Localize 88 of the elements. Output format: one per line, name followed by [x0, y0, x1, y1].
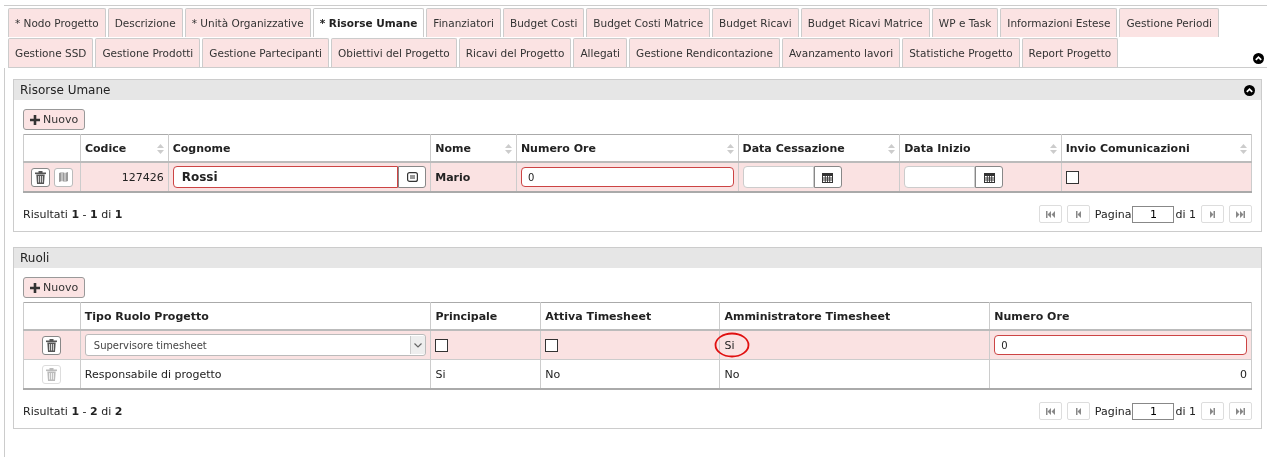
checkbox[interactable] — [545, 338, 559, 352]
tab[interactable]: Obiettivi del Progetto — [330, 38, 457, 67]
page-field[interactable]: 1 — [1132, 402, 1175, 420]
tab[interactable]: Budget Ricavi Matrice — [800, 8, 930, 37]
lookup-button[interactable] — [398, 166, 427, 188]
table-cell: Si — [724, 338, 735, 352]
previous-page-button[interactable] — [1066, 205, 1090, 223]
results-count: Risultati 1 - 1 di 1 — [23, 207, 123, 221]
column-header[interactable]: Numero Ore — [520, 141, 596, 155]
column-header[interactable]: Tipo Ruolo Progetto — [84, 309, 209, 323]
table-cell: Responsabile di progetto — [84, 367, 222, 381]
collapse-icon[interactable] — [1244, 84, 1255, 96]
next-page-button[interactable] — [1201, 205, 1224, 223]
table-cell: Si — [435, 367, 446, 381]
checkbox[interactable] — [435, 338, 449, 352]
page-label: Pagina — [1094, 404, 1132, 418]
arrow-icon — [1073, 210, 1083, 218]
input-field[interactable]: 0 — [994, 335, 1247, 355]
dropdown[interactable]: Supervisore timesheet — [84, 334, 427, 356]
checkbox[interactable] — [1065, 170, 1079, 184]
tab[interactable]: * Nodo Progetto — [8, 8, 106, 37]
tab[interactable]: Report Progetto — [1021, 38, 1119, 67]
calendar-button[interactable] — [975, 166, 1004, 188]
trash-icon — [34, 170, 46, 184]
column-header[interactable]: Cognome — [172, 141, 231, 155]
card-icon — [406, 172, 418, 182]
delete-button[interactable] — [30, 167, 50, 187]
tab[interactable]: Gestione Prodotti — [95, 38, 201, 67]
trash-icon — [46, 338, 58, 352]
date-field[interactable] — [742, 166, 814, 188]
tab[interactable]: * Risorse Umane — [312, 8, 425, 37]
next-page-button[interactable] — [1201, 402, 1224, 420]
plus-icon — [30, 114, 40, 125]
table-cell: 0 — [1240, 367, 1247, 381]
new-button[interactable]: Nuovo — [23, 109, 86, 130]
page-total: di 1 — [1175, 404, 1196, 418]
calendar-button[interactable] — [813, 166, 842, 188]
date-field[interactable] — [904, 166, 976, 188]
table-cell: No — [545, 367, 561, 381]
double-arrow-icon — [1045, 407, 1055, 415]
arrow-icon — [1208, 210, 1217, 218]
collapse-icon[interactable] — [1253, 53, 1264, 64]
tab[interactable]: Descrizione — [107, 8, 183, 37]
double-arrow-icon — [1045, 210, 1055, 218]
tab[interactable]: Gestione SSD — [8, 38, 94, 67]
first-page-button[interactable] — [1038, 205, 1062, 223]
column-header[interactable]: Numero Ore — [994, 309, 1070, 323]
tab[interactable]: Gestione Partecipanti — [202, 38, 329, 67]
tab[interactable]: * Unità Organizzative — [184, 8, 311, 37]
arrow-icon — [1208, 407, 1217, 415]
tab[interactable]: Allegati — [573, 38, 628, 67]
trash-icon — [46, 367, 58, 381]
tab[interactable]: Gestione Periodi — [1119, 8, 1220, 37]
double-arrow-icon — [1236, 210, 1245, 218]
tab[interactable]: Avanzamento lavori — [781, 38, 901, 67]
page-label: Pagina — [1094, 207, 1132, 221]
tab[interactable]: Ricavi del Progetto — [458, 38, 572, 67]
last-page-button[interactable] — [1229, 205, 1252, 223]
tab[interactable]: Gestione Rendicontazione — [629, 38, 780, 67]
table-cell: 127426 — [121, 170, 164, 184]
input-field[interactable]: 0 — [520, 167, 734, 187]
tab[interactable]: Finanziatori — [426, 8, 501, 37]
panel-title: Ruoli — [20, 251, 50, 265]
input-field[interactable]: Rossi — [172, 166, 399, 188]
arrow-icon — [1073, 407, 1083, 415]
calendar-icon — [983, 171, 995, 183]
tab[interactable]: Informazioni Estese — [1000, 8, 1118, 37]
page-total: di 1 — [1175, 207, 1196, 221]
last-page-button[interactable] — [1229, 402, 1252, 420]
double-arrow-icon — [1236, 407, 1245, 415]
tab[interactable]: Budget Costi — [502, 8, 585, 37]
page-field[interactable]: 1 — [1132, 205, 1175, 223]
map-icon — [58, 172, 68, 182]
caret-icon — [414, 342, 423, 348]
new-button[interactable]: Nuovo — [23, 277, 86, 298]
delete-button[interactable] — [42, 335, 62, 355]
first-page-button[interactable] — [1038, 402, 1062, 420]
table-cell: No — [724, 367, 740, 381]
tab[interactable]: Budget Costi Matrice — [586, 8, 711, 37]
panel-title: Risorse Umane — [20, 83, 111, 97]
tab[interactable]: Budget Ricavi — [712, 8, 799, 37]
results-count: Risultati 1 - 2 di 2 — [23, 404, 123, 418]
calendar-icon — [822, 171, 834, 183]
table-cell: Mario — [435, 170, 471, 184]
plus-icon — [30, 282, 40, 293]
tab[interactable]: Statistiche Progetto — [902, 38, 1020, 67]
tab[interactable]: WP e Task — [931, 8, 999, 37]
previous-page-button[interactable] — [1066, 402, 1090, 420]
